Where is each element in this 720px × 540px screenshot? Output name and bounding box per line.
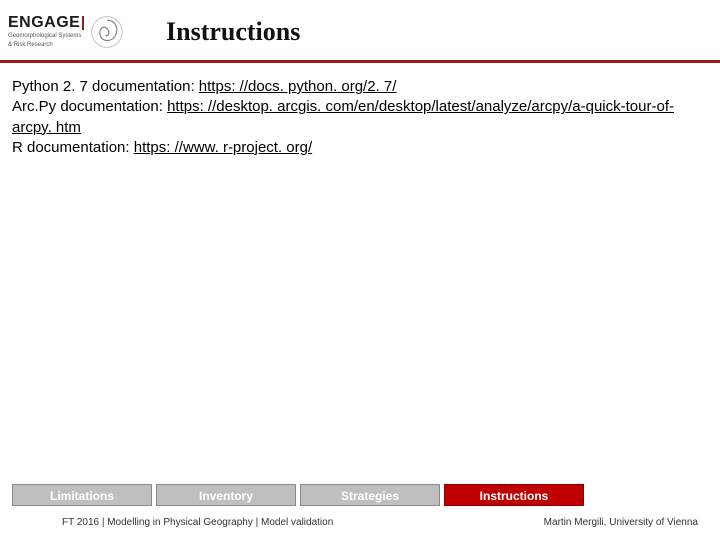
doc-label-r: R documentation: (12, 139, 134, 156)
engage-subtitle-2: & Risk Research (8, 42, 84, 49)
engage-subtitle-1: Geomorphological Systems (8, 33, 84, 40)
engage-wordmark: ENGAGE (8, 15, 84, 31)
engage-accent-bar (82, 16, 84, 30)
doc-line-python: Python 2. 7 documentation: https: //docs… (12, 77, 708, 97)
logo-group: ENGAGE Geomorphological Systems & Risk R… (8, 15, 158, 49)
tab-inventory[interactable]: Inventory (156, 484, 296, 506)
footer-bar: FT 2016 | Modelling in Physical Geograph… (0, 510, 720, 540)
footer-right: Martin Mergili, University of Vienna (544, 517, 698, 528)
tab-limitations[interactable]: Limitations (12, 484, 152, 506)
engage-text: ENGAGE (8, 15, 80, 31)
content-area: Python 2. 7 documentation: https: //docs… (0, 63, 720, 172)
swirl-icon (90, 15, 124, 49)
engage-logo: ENGAGE Geomorphological Systems & Risk R… (8, 15, 84, 48)
tab-instructions[interactable]: Instructions (444, 484, 584, 506)
doc-label-python: Python 2. 7 documentation: (12, 78, 199, 95)
footer-left: FT 2016 | Modelling in Physical Geograph… (62, 517, 333, 528)
doc-link-python[interactable]: https: //docs. python. org/2. 7/ (199, 78, 397, 95)
doc-line-r: R documentation: https: //www. r-project… (12, 138, 708, 158)
tabs-row: Limitations Inventory Strategies Instruc… (0, 484, 720, 506)
tab-strategies[interactable]: Strategies (300, 484, 440, 506)
header-bar: ENGAGE Geomorphological Systems & Risk R… (0, 0, 720, 60)
doc-label-arcpy: Arc.Py documentation: (12, 98, 167, 115)
page-title: Instructions (166, 17, 300, 47)
doc-line-arcpy: Arc.Py documentation: https: //desktop. … (12, 97, 708, 138)
doc-link-r[interactable]: https: //www. r-project. org/ (134, 139, 312, 156)
